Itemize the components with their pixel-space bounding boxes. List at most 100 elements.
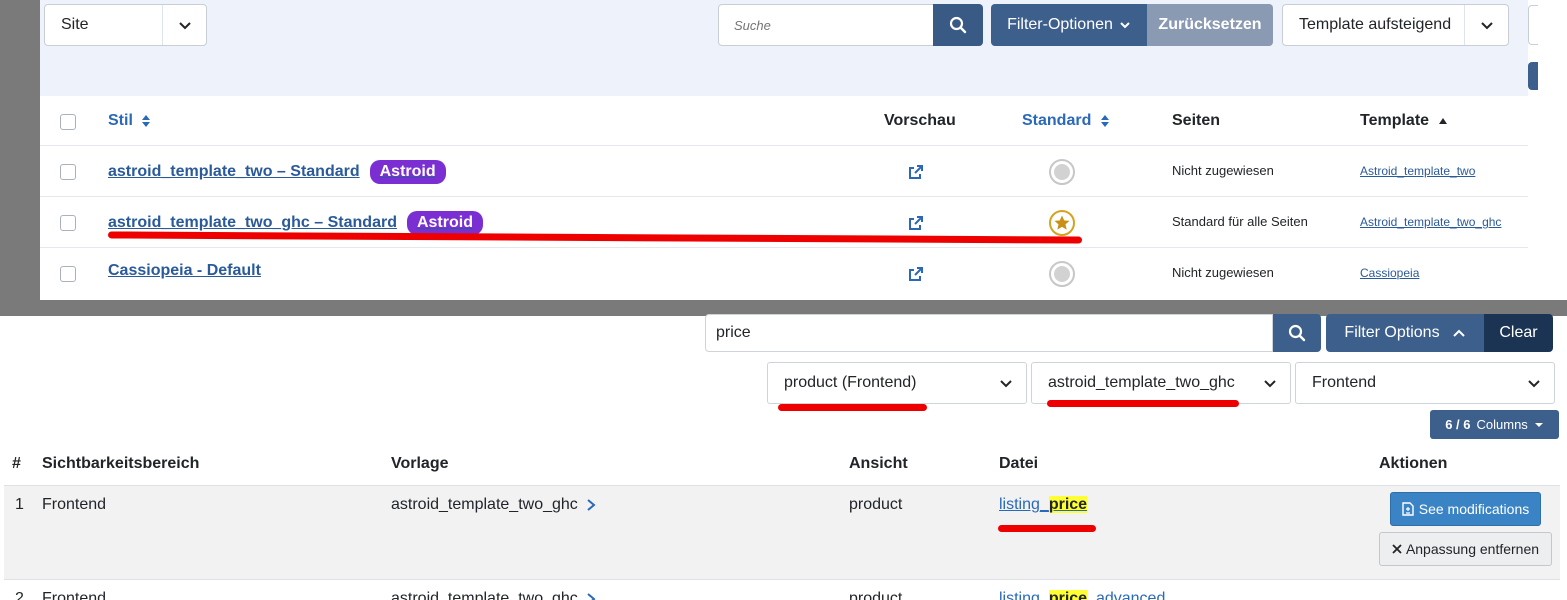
sort-by-default[interactable]: Standard <box>1022 112 1110 130</box>
header-template-label: Template <box>1360 112 1430 129</box>
row-view: product <box>849 496 903 513</box>
site-select-label: Site <box>61 16 89 33</box>
table-row: astroid_template_two – Standard Astroid … <box>40 146 1528 197</box>
file-diff-icon <box>1402 502 1414 516</box>
remove-override-label: Anpassung entfernen <box>1405 541 1540 557</box>
template-select[interactable]: astroid_template_two_ghc <box>1031 362 1291 404</box>
header-preview: Vorschau <box>884 112 956 129</box>
client-select-label: Frontend <box>1312 374 1377 391</box>
annotation-underline <box>1047 400 1239 407</box>
filter-options-button[interactable]: Filter-Optionen <box>991 4 1147 46</box>
file-link[interactable]: listing_price_advanced <box>999 590 1165 600</box>
sort-icon <box>142 114 151 127</box>
template-link[interactable]: Cassiopeia <box>1360 266 1419 280</box>
not-default-icon[interactable] <box>1048 260 1076 288</box>
row-view: product <box>849 590 903 600</box>
row-template-label: astroid_template_two_ghc <box>391 496 578 513</box>
filter-options-label: Filter-Optionen <box>1007 16 1113 33</box>
clear-button[interactable]: Clear <box>1484 314 1553 352</box>
site-select[interactable]: Site <box>44 4 207 46</box>
row-checkbox[interactable] <box>60 215 76 231</box>
default-star-icon[interactable] <box>1048 209 1076 237</box>
top-right-edge <box>1528 0 1567 300</box>
select-all-checkbox[interactable] <box>60 114 76 130</box>
style-title: astroid_template_two – Standard <box>108 163 360 180</box>
sort-select[interactable]: Template aufsteigend <box>1282 4 1509 46</box>
style-title-link[interactable]: astroid_template_two – Standard Astroid <box>108 160 446 184</box>
sort-by-style[interactable]: Stil <box>108 112 151 130</box>
search-input[interactable] <box>719 17 933 33</box>
search-field[interactable] <box>718 4 934 46</box>
template-styles-panel: Site Filter-Optionen Zurücksetzen Templa… <box>40 0 1528 300</box>
row-scope: Frontend <box>42 496 107 513</box>
style-title: Cassiopeia - Default <box>108 262 261 279</box>
header-template: Vorlage <box>391 455 449 472</box>
columns-count: 6 / 6 <box>1445 417 1471 432</box>
table-row <box>4 485 1560 580</box>
row-checkbox[interactable] <box>60 266 76 282</box>
external-link-icon[interactable] <box>908 266 924 282</box>
view-select[interactable]: product (Frontend) <box>767 362 1027 404</box>
external-link-icon[interactable] <box>908 215 924 231</box>
cropped-button[interactable] <box>1528 5 1538 45</box>
row-template[interactable]: astroid_template_two_ghc <box>391 496 596 514</box>
external-link-icon[interactable] <box>908 164 924 180</box>
sort-select-label: Template aufsteigend <box>1299 16 1452 33</box>
table-row: Cassiopeia - Default Nicht zugewiesen Ca… <box>40 248 1528 299</box>
header-pages: Seiten <box>1172 112 1221 129</box>
search-button[interactable] <box>933 4 983 46</box>
pages-assignment: Nicht zugewiesen <box>1172 265 1274 280</box>
not-default-icon[interactable] <box>1048 158 1076 186</box>
chevron-down-icon <box>162 5 206 45</box>
chevron-down-icon <box>1250 375 1290 391</box>
top-right-strip <box>1528 0 1567 316</box>
chevron-up-icon <box>1452 329 1465 337</box>
file-name-prefix: listing_ <box>999 496 1049 513</box>
see-modifications-button[interactable]: See modifications <box>1390 492 1541 526</box>
client-select[interactable]: Frontend <box>1295 362 1555 404</box>
header-number: # <box>12 455 21 472</box>
columns-label: Columns <box>1476 417 1528 432</box>
row-number: 1 <box>15 496 24 513</box>
columns-toggle-button[interactable]: 6 / 6 Columns <box>1430 410 1559 439</box>
annotation-underline <box>778 404 927 411</box>
row-scope: Frontend <box>42 590 107 600</box>
sort-icon <box>1100 114 1109 127</box>
style-title: astroid_template_two_ghc – Standard <box>108 214 397 231</box>
header-scope: Sichtbarkeitsbereich <box>42 455 200 472</box>
astroid-badge: Astroid <box>406 211 483 235</box>
view-select-label: product (Frontend) <box>784 374 917 391</box>
chevron-right-icon <box>587 592 596 600</box>
header-style-label: Stil <box>108 112 133 129</box>
style-title-link[interactable]: Cassiopeia - Default <box>108 262 261 280</box>
search-highlight: price <box>1048 496 1088 513</box>
override-search-field[interactable] <box>705 314 1273 352</box>
table-header-row: Stil Vorschau Standard Seiten Template <box>40 96 1528 146</box>
close-icon <box>1392 544 1402 554</box>
template-select-label: astroid_template_two_ghc <box>1048 374 1235 391</box>
styles-table: Stil Vorschau Standard Seiten Template a… <box>40 96 1528 300</box>
sort-by-template[interactable]: Template <box>1360 112 1448 130</box>
override-filter-options-button[interactable]: Filter Options <box>1326 314 1484 352</box>
row-template[interactable]: astroid_template_two_ghc <box>391 590 596 600</box>
row-checkbox[interactable] <box>60 164 76 180</box>
file-link[interactable]: listing_price <box>999 496 1088 514</box>
reset-button[interactable]: Zurücksetzen <box>1147 4 1273 46</box>
filter-options-label: Filter Options <box>1344 324 1440 341</box>
override-search-button[interactable] <box>1273 314 1321 352</box>
search-icon <box>949 16 967 34</box>
row-number: 2 <box>15 590 24 600</box>
search-icon <box>1288 324 1306 342</box>
template-link[interactable]: Astroid_template_two_ghc <box>1360 215 1501 229</box>
pages-assignment: Standard für alle Seiten <box>1172 214 1308 229</box>
chevron-down-icon <box>1464 5 1508 45</box>
remove-override-button[interactable]: Anpassung entfernen <box>1379 532 1552 566</box>
chevron-down-icon <box>1120 22 1130 29</box>
pages-assignment: Nicht zugewiesen <box>1172 163 1274 178</box>
sort-ascending-icon <box>1438 117 1447 124</box>
caret-down-icon <box>1534 422 1543 427</box>
override-search-input[interactable] <box>706 324 1272 342</box>
template-link[interactable]: Astroid_template_two <box>1360 164 1475 178</box>
file-name-suffix: _advanced <box>1087 590 1166 600</box>
cropped-options-button[interactable] <box>1528 62 1538 90</box>
